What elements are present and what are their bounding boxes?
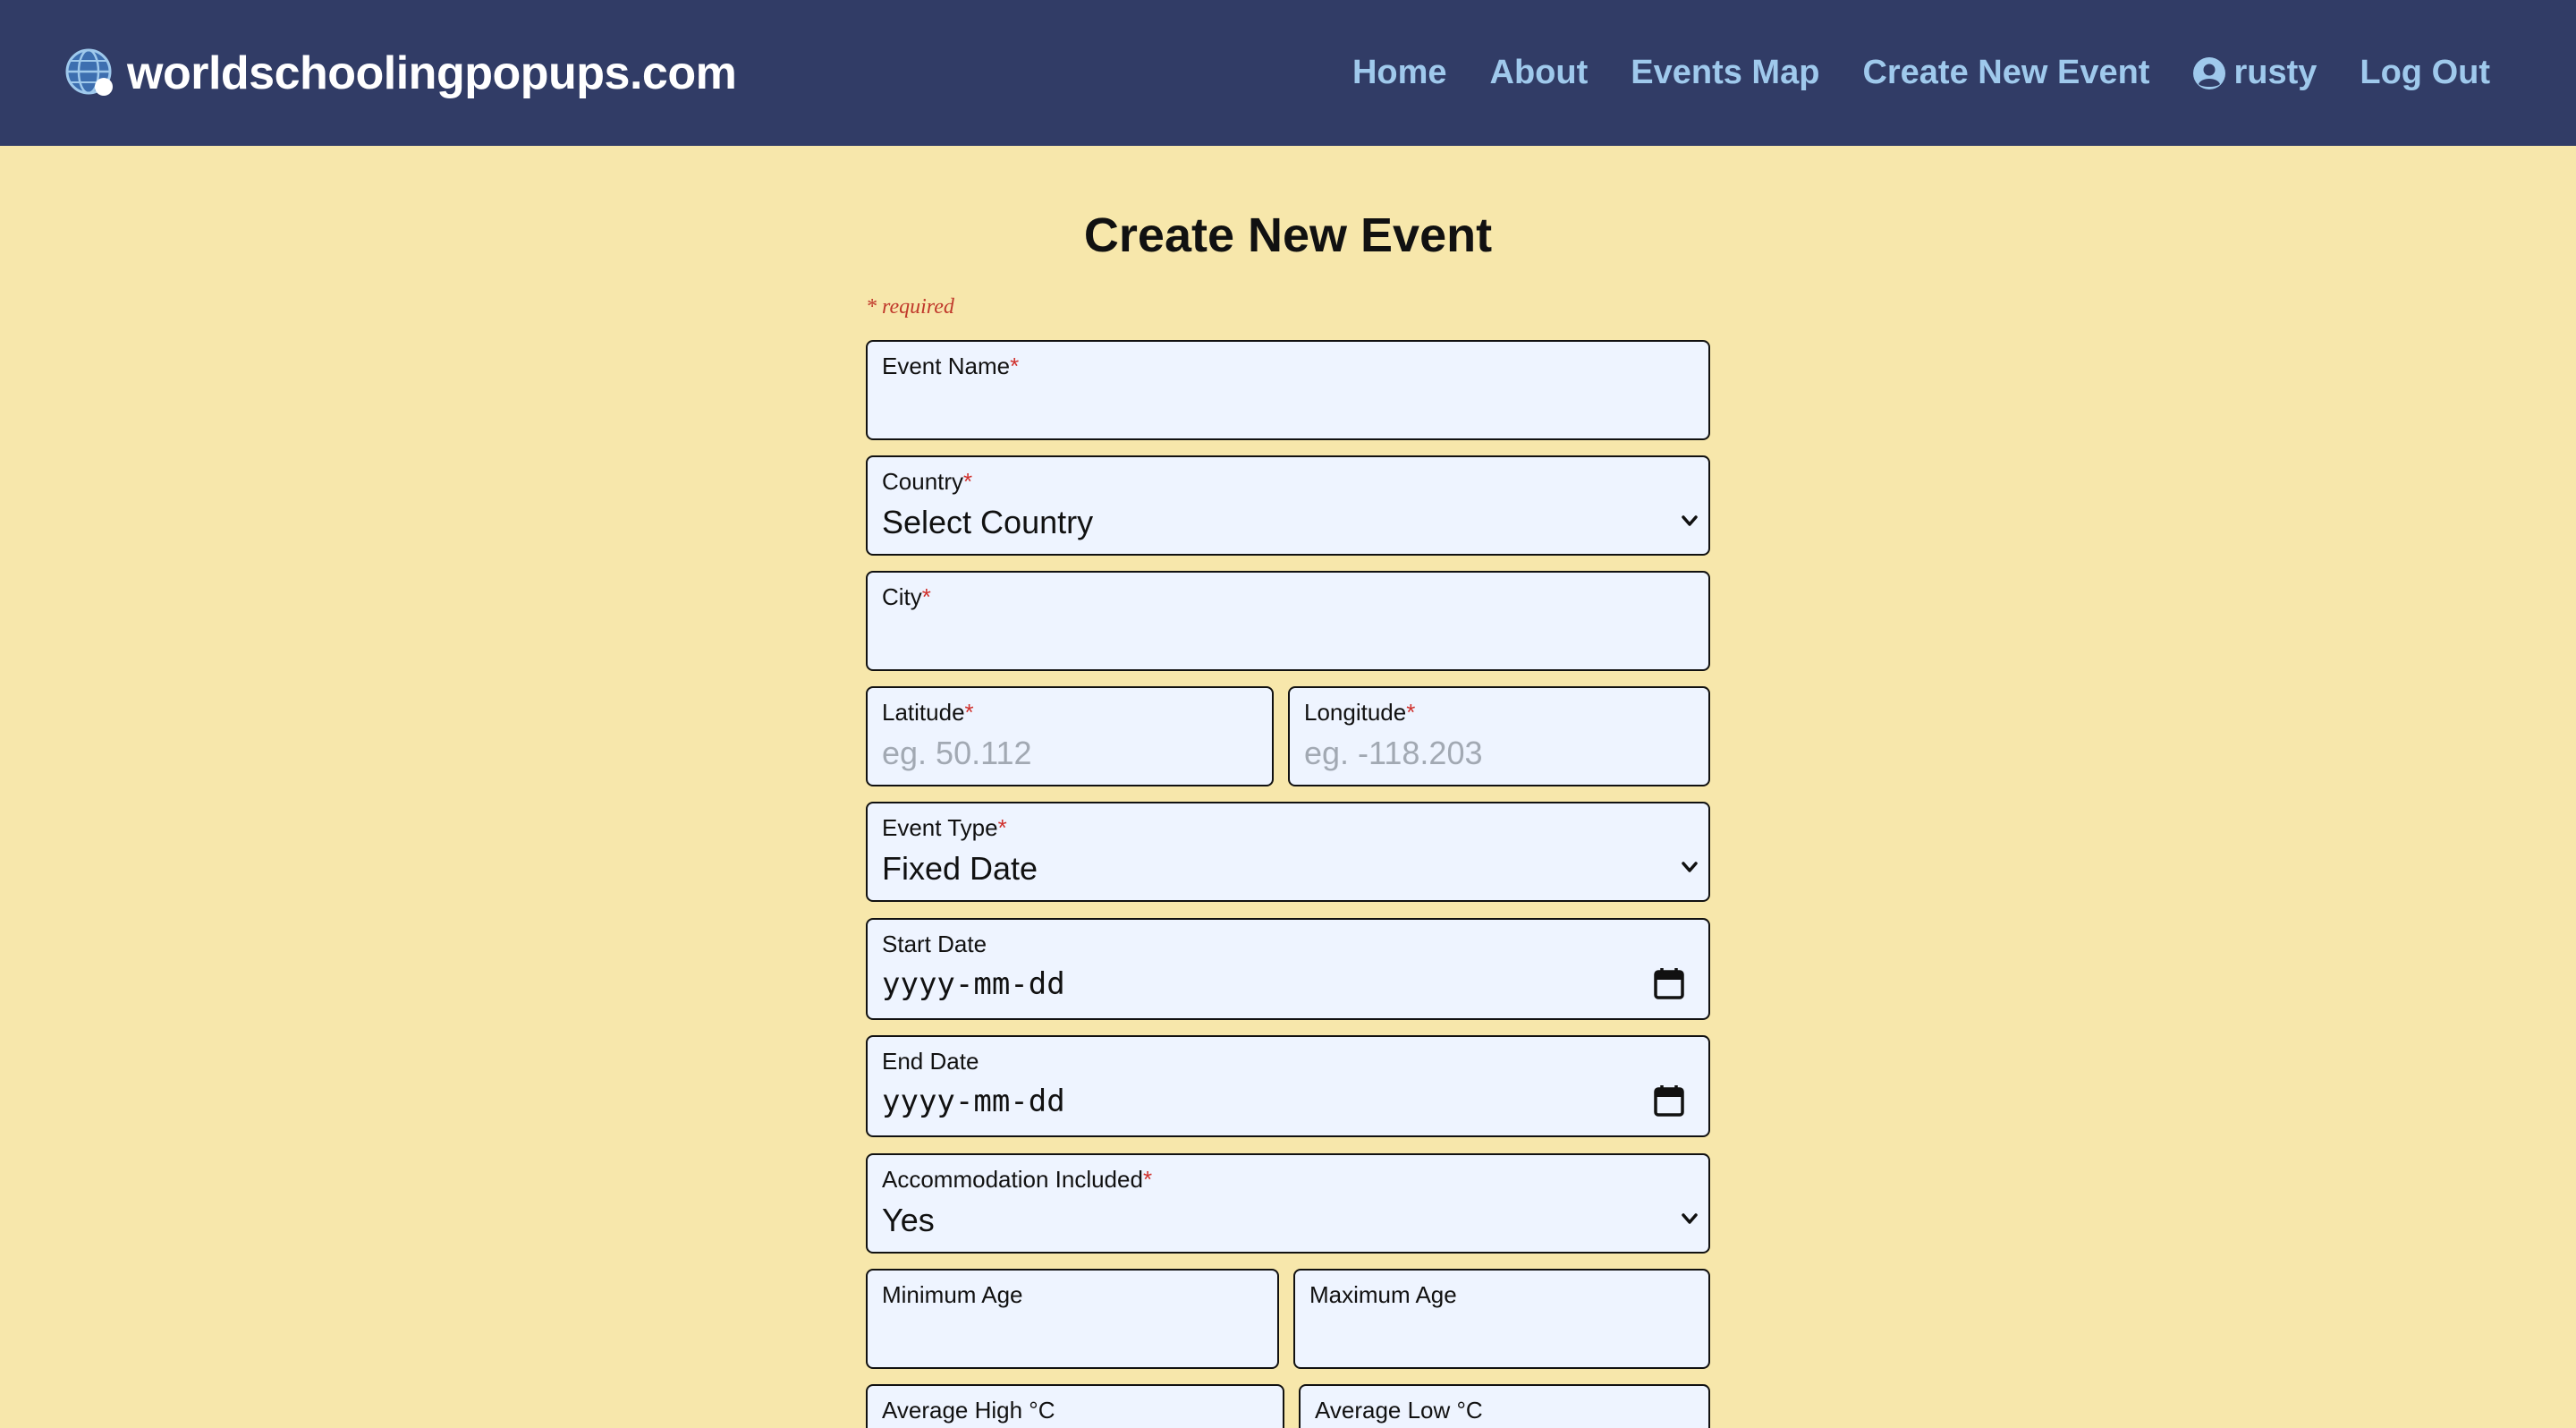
top-navbar: worldschoolingpopups.com Home About Even… [0,0,2576,146]
country-selected: Select Country [882,504,1094,540]
country-label: Country* [882,468,973,495]
required-asterisk: * [964,699,974,726]
nav-about[interactable]: About [1490,54,1589,92]
accommodation-selected: Yes [882,1202,935,1238]
latitude-field[interactable]: Latitude* eg. 50.112 [866,686,1274,786]
longitude-placeholder: eg. -118.203 [1304,735,1483,771]
calendar-icon[interactable] [1653,966,1685,1000]
globe-icon [65,48,113,96]
nav-logout[interactable]: Log Out [2360,54,2490,92]
user-name: rusty [2233,54,2318,91]
accommodation-select[interactable]: Accommodation Included* Yes [866,1153,1710,1254]
minimum-age-field[interactable]: Minimum Age [866,1269,1279,1369]
chevron-down-icon [1682,862,1698,872]
page-title: Create New Event [1083,208,1493,262]
longitude-label: Longitude* [1304,699,1416,726]
maximum-age-label: Maximum Age [1309,1281,1457,1308]
event-type-label: Event Type* [882,814,1007,841]
nav-events-map[interactable]: Events Map [1631,54,1819,92]
average-high-field[interactable]: Average High °C [866,1384,1284,1428]
user-circle-icon [2193,56,2226,89]
required-asterisk: * [1142,1166,1153,1193]
longitude-field[interactable]: Longitude* eg. -118.203 [1288,686,1710,786]
start-date-field[interactable]: Start Date yyyy-mm-dd [866,918,1710,1020]
required-asterisk: * [921,583,931,610]
nav-user-profile[interactable]: rusty [2192,54,2317,92]
end-date-label: End Date [882,1048,979,1075]
calendar-icon[interactable] [1653,1084,1685,1118]
nav-create-new-event[interactable]: Create New Event [1862,54,2149,92]
end-date-value: yyyy-mm-dd [882,1084,1065,1119]
event-type-select[interactable]: Event Type* Fixed Date [866,802,1710,902]
chevron-down-icon [1682,1213,1698,1224]
event-name-label: Event Name* [882,353,1020,379]
brand-name: worldschoolingpopups.com [127,47,737,99]
event-type-selected: Fixed Date [882,850,1038,887]
latitude-label: Latitude* [882,699,974,726]
start-date-value: yyyy-mm-dd [882,966,1065,1002]
city-label: City* [882,583,931,610]
required-asterisk: * [997,814,1007,841]
brand-link[interactable]: worldschoolingpopups.com [64,47,737,100]
required-note: * required [866,295,954,319]
latitude-placeholder: eg. 50.112 [882,735,1032,771]
main-nav: Home About Events Map Create New Event r… [1352,54,2490,92]
accommodation-label: Accommodation Included* [882,1166,1153,1193]
maximum-age-field[interactable]: Maximum Age [1293,1269,1710,1369]
average-low-label: Average Low °C [1315,1397,1483,1424]
event-name-field[interactable]: Event Name* [866,340,1710,440]
required-asterisk: * [963,468,973,495]
average-high-label: Average High °C [882,1397,1055,1424]
country-select[interactable]: Country* Select Country [866,455,1710,556]
minimum-age-label: Minimum Age [882,1281,1023,1308]
city-field[interactable]: City* [866,571,1710,671]
average-low-field[interactable]: Average Low °C [1299,1384,1710,1428]
start-date-label: Start Date [882,931,987,957]
end-date-field[interactable]: End Date yyyy-mm-dd [866,1035,1710,1137]
required-asterisk: * [1406,699,1416,726]
nav-home[interactable]: Home [1352,54,1447,92]
chevron-down-icon [1682,515,1698,526]
required-asterisk: * [1010,353,1020,379]
